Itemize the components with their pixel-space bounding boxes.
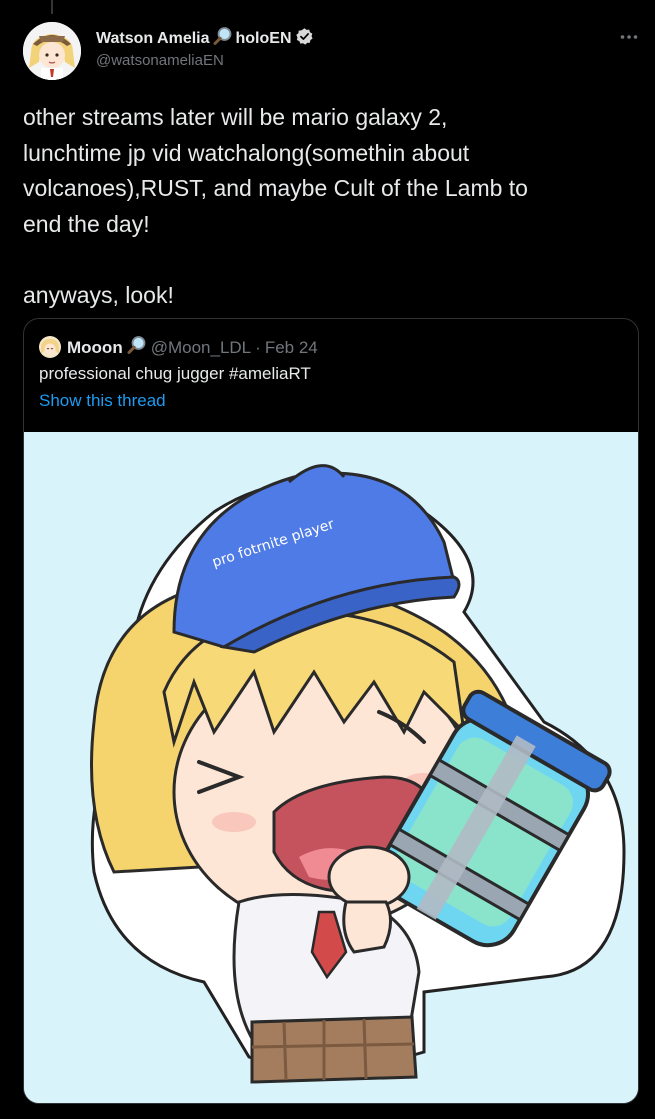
header-separator: · <box>255 337 261 357</box>
show-thread-link[interactable]: Show this thread <box>39 391 166 411</box>
tweet-text: other streams later will be mario galaxy… <box>23 104 528 308</box>
quoted-tweet-card[interactable]: Mooon @Moon_LDL · Feb 24 professional ch… <box>23 318 639 1104</box>
magnifying-glass-icon <box>213 26 233 51</box>
quoted-tweet-header: Mooon @Moon_LDL · Feb 24 <box>67 335 318 360</box>
magnifying-glass-icon <box>127 335 147 360</box>
quoted-author-name[interactable]: Mooon <box>67 338 123 358</box>
author-display-name[interactable]: Watson Amelia <box>96 30 210 48</box>
quoted-author-avatar <box>39 336 61 358</box>
author-name-suffix: holoEN <box>235 29 292 47</box>
more-options-icon <box>620 35 638 39</box>
more-options-button[interactable] <box>614 22 644 52</box>
author-name-row[interactable]: Watson Amelia holoEN <box>96 26 314 51</box>
quoted-author-handle[interactable]: @Moon_LDL <box>151 338 251 358</box>
author-avatar[interactable] <box>23 22 81 80</box>
quoted-tweet-text: professional chug jugger #ameliaRT <box>39 364 311 383</box>
quoted-tweet-image[interactable]: pro fotrnite player <box>24 432 638 1103</box>
verified-badge-icon <box>295 27 314 51</box>
author-handle[interactable]: @watsonameliaEN <box>96 52 224 69</box>
chibi-chug-jug-illustration: pro fotrnite player <box>24 432 638 1103</box>
tweet: Watson Amelia holoEN @watsonameliaEN oth… <box>0 0 655 1119</box>
quoted-tweet-date[interactable]: Feb 24 <box>265 338 318 358</box>
